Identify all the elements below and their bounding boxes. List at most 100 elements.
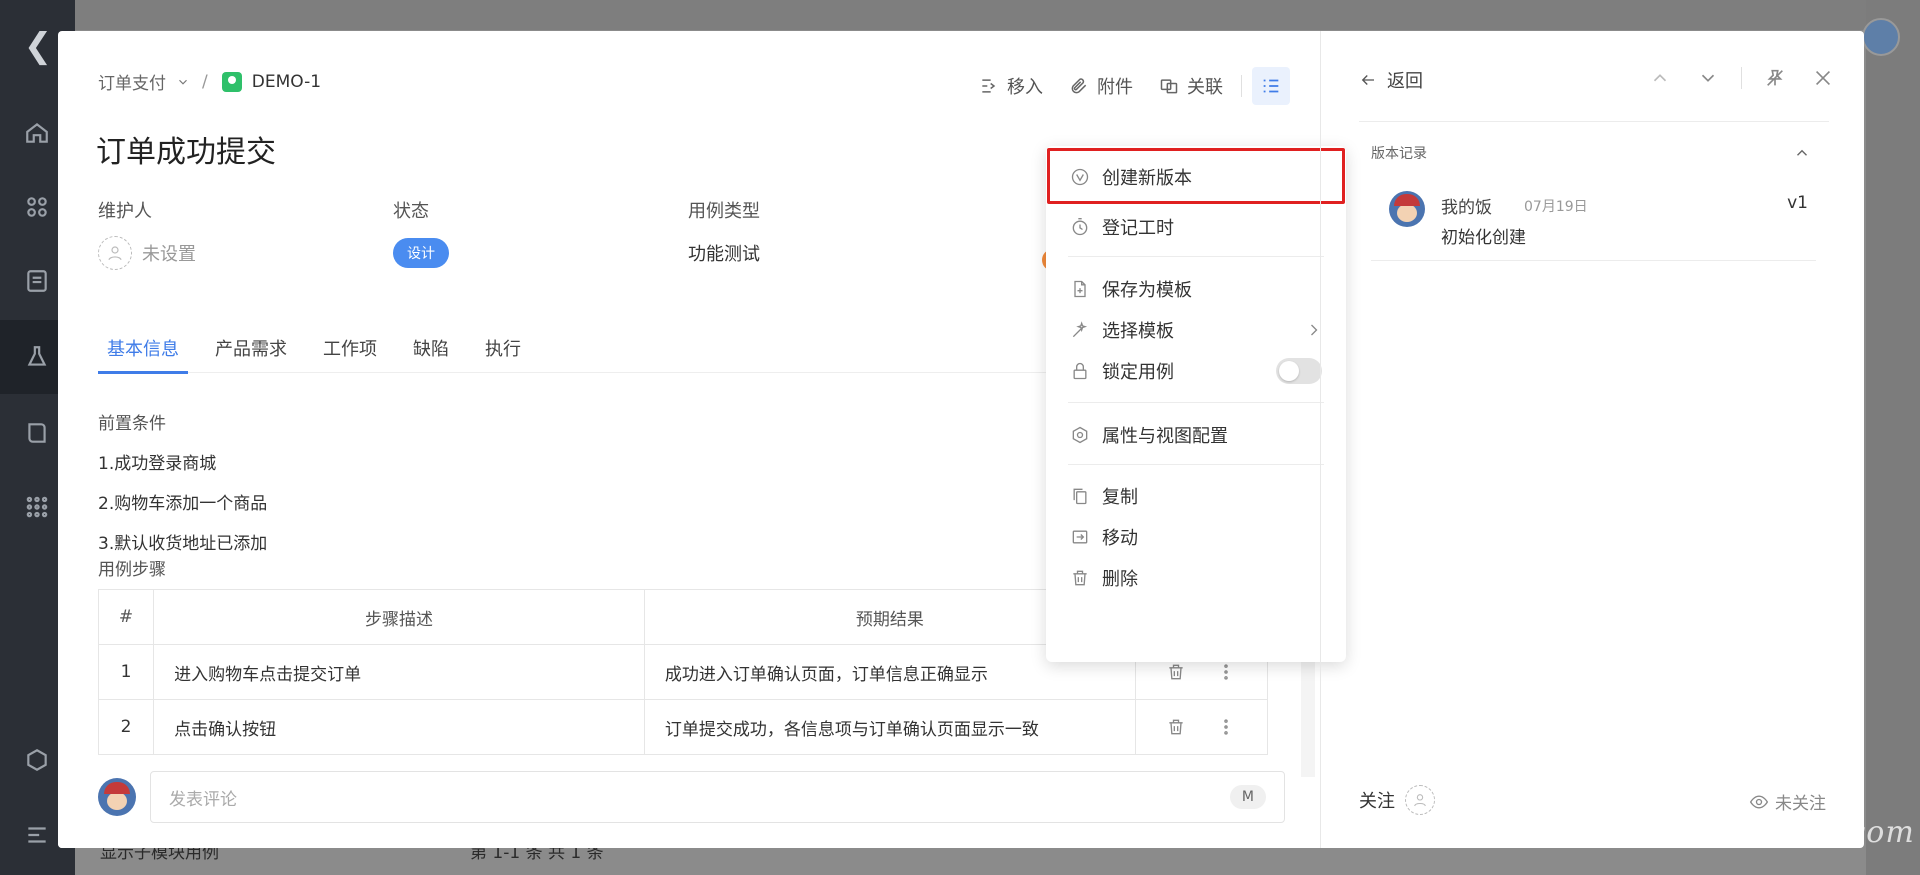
status-badge[interactable]: 设计 [393,238,449,268]
move-in-button[interactable]: 移入 [979,73,1043,99]
case-title[interactable]: 订单成功提交 [96,127,276,171]
type-label: 用例类型 [688,201,760,222]
view-config-menu-item[interactable]: 属性与视图配置 [1046,412,1346,458]
side-divider [1359,121,1829,122]
user-avatar[interactable] [1862,18,1900,56]
version-author: 我的饭 [1441,198,1492,218]
status-label: 状态 [393,201,429,222]
step-expected[interactable]: 订单提交成功，各信息项与订单确认页面显示一致 [643,699,1136,755]
version-tag: v1 [1787,193,1808,213]
app-logo-icon[interactable]: ❮ [18,26,58,66]
version-record-item[interactable]: 我的饭 07月19日 v1 初始化创建 [1371,191,1816,261]
avatar [98,778,136,816]
trash-icon[interactable] [1166,662,1186,682]
tab-basic-info[interactable]: 基本信息 [98,321,197,374]
lock-case-menu-item[interactable]: 锁定用例 [1046,348,1346,394]
step-desc[interactable]: 点击确认按钮 [153,699,645,755]
link-button[interactable]: 关联 [1159,73,1223,99]
mention-shortcut-badge[interactable]: M [1229,785,1266,809]
unassigned-user-icon [98,236,132,270]
settings-icon [1072,426,1088,444]
maintainer-field: 维护人 未设置 [98,197,358,270]
unpin-icon[interactable] [1764,67,1786,89]
product-cube-icon[interactable] [22,745,52,775]
version-section-header[interactable]: 版本记录 [1371,143,1811,163]
lock-icon [1073,362,1087,380]
breadcrumb-separator: / [202,71,208,92]
watermark: testerhome.com [1655,815,1915,850]
attachment-button[interactable]: 附件 [1069,73,1133,99]
breadcrumb-module[interactable]: 订单支付 [98,69,166,94]
precondition-line[interactable]: 2.购物车添加一个商品 [98,489,267,514]
chevron-up-icon[interactable] [1649,67,1671,89]
choose-template-menu-item[interactable]: 选择模板 [1046,307,1346,353]
precondition-line[interactable]: 3.默认收货地址已添加 [98,529,267,554]
toolbar-divider [1241,75,1242,97]
menu-divider [1068,402,1324,403]
eye-icon [1749,794,1769,809]
move-icon [1072,530,1088,544]
save-template-label: 保存为模板 [1102,280,1192,301]
more-actions-dropdown: 创建新版本 登记工时 保存为模板 选择模板 锁定用例 属性与视图配置 复制 移动… [1046,146,1346,662]
breadcrumb-case-id[interactable]: DEMO-1 [252,72,321,92]
log-time-label: 登记工时 [1102,218,1174,239]
copy-icon [1073,488,1087,505]
close-icon[interactable] [1812,67,1834,89]
comment-input[interactable]: 发表评论 M [150,771,1285,823]
tab-work-items[interactable]: 工作项 [323,321,395,373]
delete-menu-item[interactable]: 删除 [1046,555,1346,601]
list-menu-icon [1263,79,1279,93]
back-button[interactable]: 返回 [1359,67,1423,93]
trash-icon[interactable] [1166,717,1186,737]
paperclip-icon [1071,78,1087,94]
chevron-down-icon[interactable] [176,75,190,89]
more-vertical-icon[interactable] [1216,717,1236,737]
lock-case-label: 锁定用例 [1102,362,1174,383]
lock-case-toggle[interactable] [1276,358,1322,384]
chevron-up-icon[interactable] [1793,144,1811,162]
step-num: 1 [97,644,155,700]
move-menu-item[interactable]: 移动 [1046,514,1346,560]
home-icon[interactable] [22,118,52,148]
background-top-bar [75,0,1920,30]
test-flask-icon[interactable] [22,342,52,372]
status-value[interactable]: 设计 [393,237,653,269]
view-config-label: 属性与视图配置 [1102,426,1228,447]
version-side-pane: 返回 版本记录 我的饭 07月19日 v1 初始化创建 关注 未关注 [1320,31,1864,848]
save-template-menu-item[interactable]: 保存为模板 [1046,266,1346,312]
menu-collapse-icon[interactable] [22,820,52,850]
tab-defects[interactable]: 缺陷 [413,321,467,373]
menu-divider [1068,256,1324,257]
version-date: 07月19日 [1524,199,1588,215]
move-label: 移动 [1102,528,1138,549]
steps-header-desc: 步骤描述 [153,589,645,645]
wiki-book-icon[interactable] [22,418,52,448]
maintainer-value[interactable]: 未设置 [98,236,358,270]
side-toolbar-divider [1741,67,1742,89]
avatar [1389,191,1425,227]
steps-label: 用例步骤 [98,560,166,580]
type-value[interactable]: 功能测试 [688,237,948,269]
more-menu-button[interactable] [1252,67,1290,105]
step-desc[interactable]: 进入购物车点击提交订单 [153,644,645,700]
follow-toggle-button[interactable]: 未关注 [1749,789,1826,814]
copy-menu-item[interactable]: 复制 [1046,473,1346,519]
tab-product-requirements[interactable]: 产品需求 [215,321,305,373]
add-follower-icon[interactable] [1405,785,1435,815]
maintainer-value-text: 未设置 [142,244,196,265]
more-vertical-icon[interactable] [1216,662,1236,682]
tab-execution[interactable]: 执行 [485,321,539,373]
version-section-title: 版本记录 [1371,146,1427,162]
follow-label: 关注 [1359,791,1395,812]
precondition-line[interactable]: 1.成功登录商城 [98,449,216,474]
breadcrumb: 订单支付 / DEMO-1 [98,69,321,94]
project-icon[interactable] [22,266,52,296]
comment-placeholder: 发表评论 [169,789,237,810]
chevron-down-icon[interactable] [1697,67,1719,89]
unfollow-label: 未关注 [1775,794,1826,814]
apps-grid-icon[interactable] [22,192,52,222]
log-time-menu-item[interactable]: 登记工时 [1046,204,1346,250]
type-field: 用例类型 功能测试 [688,197,948,269]
back-label: 返回 [1387,71,1423,92]
more-apps-icon[interactable] [22,492,52,522]
